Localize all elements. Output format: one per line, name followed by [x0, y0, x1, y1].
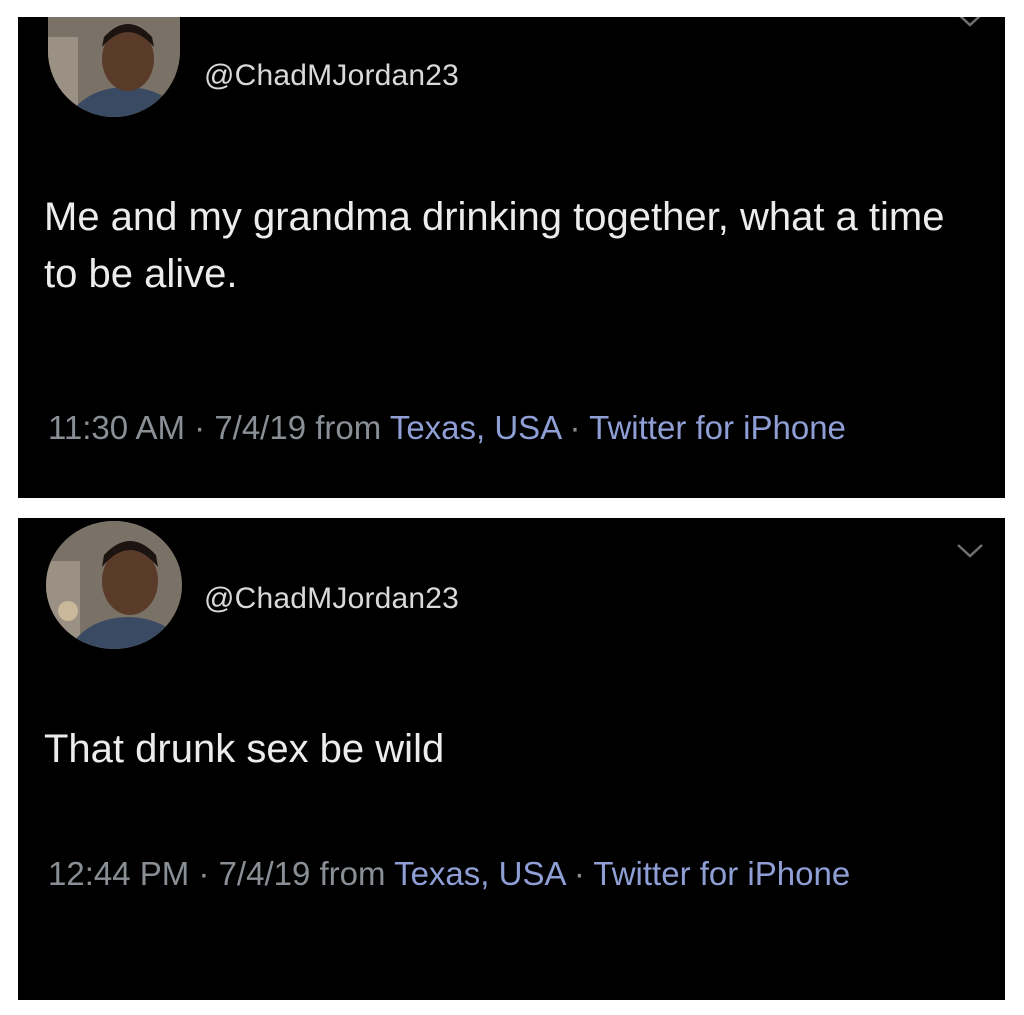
tweet-card: @ChadMJordan23 That drunk sex be wild 12… — [18, 518, 1005, 1000]
avatar[interactable] — [48, 17, 180, 117]
avatar-photo — [48, 17, 180, 117]
username[interactable]: @ChadMJordan23 — [204, 59, 459, 93]
chevron-down-icon[interactable] — [955, 17, 985, 29]
from-label: from — [306, 409, 390, 446]
source-link[interactable]: Twitter for iPhone — [589, 409, 846, 446]
tweet-meta: 11:30 AM · 7/4/19 from Texas, USA · Twit… — [48, 402, 945, 454]
timestamp: 12:44 PM — [48, 855, 190, 892]
tweet-meta: 12:44 PM · 7/4/19 from Texas, USA · Twit… — [48, 848, 945, 900]
separator: · — [184, 409, 215, 446]
separator: · — [560, 409, 590, 446]
separator: · — [189, 855, 219, 892]
tweet-text: That drunk sex be wild — [44, 727, 445, 771]
tweet-text: Me and my grandma drinking together, wha… — [44, 195, 945, 296]
date: 7/4/19 — [214, 409, 307, 446]
from-label: from — [310, 855, 395, 892]
chevron-down-icon[interactable] — [955, 542, 985, 560]
separator: · — [564, 855, 594, 892]
username[interactable]: @ChadMJordan23 — [204, 582, 459, 616]
avatar-photo — [46, 521, 182, 649]
location-link[interactable]: Texas, USA — [390, 409, 561, 446]
timestamp: 11:30 AM — [48, 409, 185, 446]
tweet-card: @ChadMJordan23 Me and my grandma drinkin… — [18, 17, 1005, 498]
source-link[interactable]: Twitter for iPhone — [593, 855, 850, 892]
avatar[interactable] — [46, 521, 182, 649]
date: 7/4/19 — [218, 855, 311, 892]
location-link[interactable]: Texas, USA — [394, 855, 565, 892]
